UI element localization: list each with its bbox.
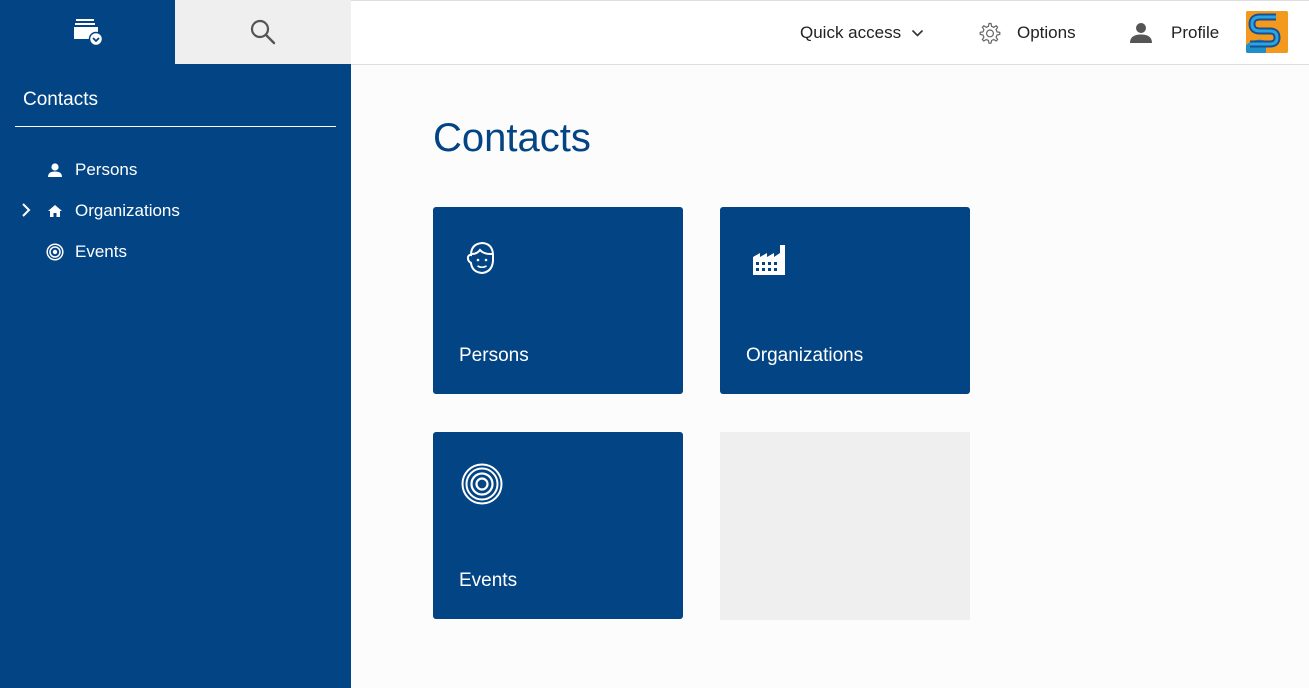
home-icon [46, 202, 64, 220]
empty-tile-placeholder [720, 432, 970, 620]
tile-events[interactable]: Events [433, 432, 683, 619]
sidebar-item-organizations[interactable]: Organizations [0, 190, 351, 231]
home-button[interactable] [0, 0, 175, 64]
options-label: Options [1017, 23, 1076, 42]
person-icon [46, 161, 64, 179]
sidebar-item-events[interactable]: Events [0, 231, 351, 272]
sidebar-item-persons[interactable]: Persons [0, 149, 351, 190]
gear-icon [979, 22, 1001, 44]
quick-access-label: Quick access [800, 23, 902, 42]
sidebar-item-label: Organizations [75, 200, 180, 220]
search-button[interactable] [175, 0, 351, 64]
sidebar-item-label: Events [75, 241, 127, 261]
quick-access-dropdown[interactable]: Quick access [800, 1, 924, 65]
factory-icon [753, 245, 785, 275]
chevron-right-icon[interactable] [19, 202, 33, 218]
sidebar-title: Contacts [15, 64, 336, 127]
tile-label: Events [459, 570, 518, 591]
sidebar-top-bar [0, 0, 351, 64]
target-icon [461, 463, 503, 505]
face-icon [466, 241, 494, 275]
logo-icon [1246, 11, 1288, 53]
sidebar: Contacts Persons Organizations Events [0, 0, 351, 688]
options-button[interactable]: Options [977, 1, 1076, 65]
top-bar: Quick access Options Profile [351, 0, 1309, 65]
tile-organizations[interactable]: Organizations [720, 207, 970, 394]
sidebar-nav: Persons Organizations Events [0, 149, 351, 272]
search-icon [250, 19, 276, 45]
profile-button[interactable]: Profile [1129, 1, 1219, 65]
profile-label: Profile [1171, 23, 1220, 42]
tile-label: Persons [459, 345, 529, 366]
tile-label: Organizations [746, 345, 864, 366]
user-icon [1130, 23, 1152, 43]
stack-icon [73, 19, 103, 47]
target-icon [46, 242, 64, 261]
page-title: Contacts [433, 116, 591, 160]
sidebar-item-label: Persons [75, 159, 138, 179]
chevron-down-icon [912, 29, 924, 37]
tile-persons[interactable]: Persons [433, 207, 683, 394]
app-logo[interactable] [1246, 11, 1288, 53]
